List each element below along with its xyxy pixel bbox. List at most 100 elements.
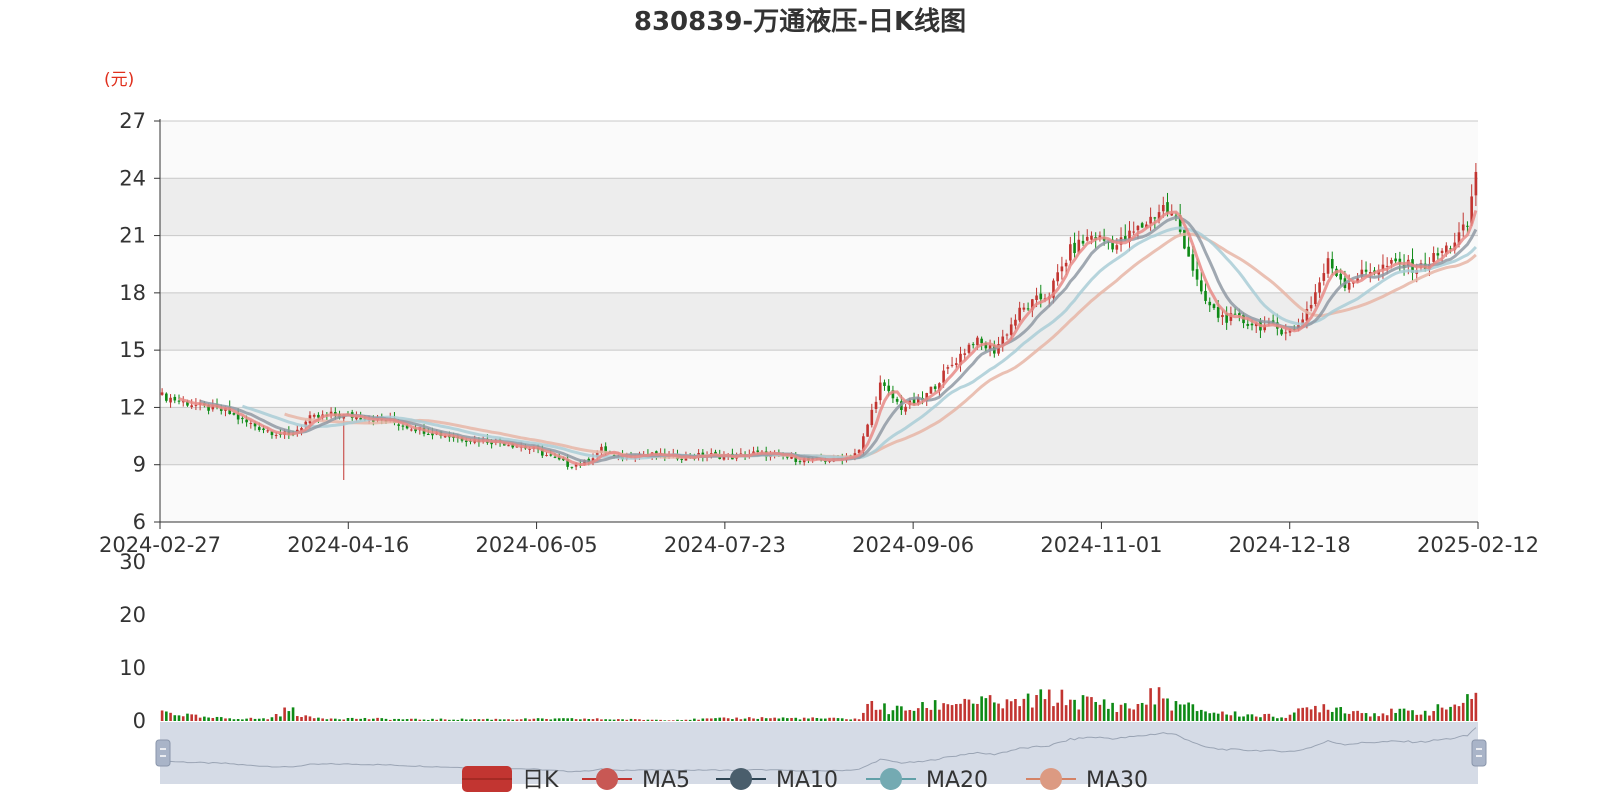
- volume-bar: [1352, 711, 1355, 721]
- volume-bar: [1233, 711, 1237, 721]
- volume-bar: [469, 719, 472, 721]
- volume-bar: [169, 712, 172, 721]
- candle-body: [904, 406, 907, 412]
- volume-bar: [655, 719, 658, 721]
- volume-bar: [705, 718, 709, 721]
- volume-bar: [684, 719, 688, 721]
- volume-bar: [219, 717, 223, 721]
- candle-body: [1199, 280, 1203, 292]
- volume-bar: [887, 714, 891, 721]
- volume-bar: [1411, 710, 1414, 721]
- volume-bar: [1199, 709, 1203, 721]
- volume-bar: [1314, 705, 1317, 721]
- price-band: [160, 292, 1478, 351]
- volume-bar: [608, 719, 612, 721]
- volume-bar: [317, 717, 320, 721]
- candle-body: [1246, 323, 1250, 326]
- volume-bar: [874, 709, 878, 721]
- slider-handle-left[interactable]: [155, 739, 171, 767]
- volume-bar: [769, 718, 772, 721]
- legend-item-kline[interactable]: 日K: [462, 766, 559, 793]
- x-tick-label: 2024-02-27: [99, 533, 221, 557]
- volume-bar: [215, 716, 219, 721]
- candle-body: [946, 367, 950, 369]
- volume-bar: [519, 719, 523, 721]
- ma30-dot-icon: [1040, 768, 1062, 790]
- price-bands: [160, 121, 1478, 522]
- volume-bar: [659, 719, 662, 721]
- volume-bar: [1077, 709, 1081, 721]
- volume-bar: [1115, 711, 1119, 721]
- volume-bar: [811, 717, 814, 721]
- candle-body: [1364, 269, 1368, 272]
- volume-bar: [904, 710, 907, 721]
- legend-item-ma30[interactable]: MA30: [1026, 768, 1148, 793]
- volume-bar: [663, 720, 667, 721]
- candle-body: [887, 385, 891, 392]
- candle-body: [262, 428, 265, 431]
- volume-bar: [739, 719, 743, 721]
- candle-body: [165, 393, 168, 401]
- price-band: [160, 350, 1478, 408]
- volume-bar: [1060, 689, 1064, 721]
- candle-body: [756, 450, 760, 452]
- y-tick-label: 21: [119, 224, 146, 248]
- volume-bar: [1271, 716, 1275, 721]
- volume-bar: [1280, 717, 1283, 721]
- volume-bar: [262, 718, 265, 721]
- legend-item-ma20[interactable]: MA20: [866, 768, 988, 793]
- candle-body: [1014, 319, 1017, 326]
- volume-bar: [587, 718, 591, 721]
- volume-bar: [498, 719, 502, 721]
- candle-body: [1466, 225, 1469, 227]
- volume-bar: [1381, 713, 1385, 721]
- y-tick-label: 9: [133, 453, 146, 477]
- volume-bar: [997, 703, 1000, 721]
- volume-bar: [676, 719, 679, 721]
- candle-body: [1191, 254, 1195, 271]
- candle-body: [976, 337, 979, 346]
- volume-bar: [257, 718, 261, 721]
- volume-bar: [1145, 704, 1148, 721]
- volume-bar: [443, 719, 447, 721]
- volume-bar: [511, 719, 515, 721]
- y-tick-label: 12: [119, 395, 146, 419]
- volume-bar: [359, 718, 362, 721]
- volume-bar: [625, 719, 629, 721]
- slider-handle-right[interactable]: [1471, 739, 1487, 767]
- volume-bar: [819, 718, 823, 721]
- volume-bar: [604, 719, 607, 721]
- volume-bar: [1428, 715, 1431, 721]
- candle-body: [883, 382, 886, 386]
- volume-bar: [794, 717, 798, 721]
- volume-bar: [760, 717, 764, 721]
- volume-bar: [583, 718, 586, 721]
- volume-bar: [1102, 699, 1106, 721]
- legend-item-ma10[interactable]: MA10: [716, 768, 838, 793]
- volume-bar: [971, 703, 975, 721]
- volume-bar: [1022, 698, 1026, 721]
- price-band: [160, 121, 1478, 179]
- volume-bar: [410, 718, 413, 721]
- candle-body: [1132, 231, 1136, 233]
- x-tick-label: 2024-07-23: [664, 533, 786, 557]
- y-tick-label: 27: [119, 109, 146, 133]
- volume-bar: [1309, 709, 1313, 721]
- candle-body: [549, 454, 553, 456]
- volume-bar: [895, 705, 899, 721]
- volume-bar: [295, 716, 299, 721]
- volume-bar: [1187, 702, 1190, 721]
- candle-body: [1187, 246, 1190, 257]
- volume-bar: [1254, 716, 1258, 721]
- candle-body: [545, 454, 548, 456]
- volume-bar: [245, 718, 248, 721]
- volume-bar: [807, 718, 810, 721]
- volume-bar: [494, 718, 498, 721]
- volume-bar: [688, 719, 692, 721]
- candle-body: [245, 419, 248, 423]
- volume-bar: [1356, 710, 1359, 721]
- volume-bar: [1204, 711, 1207, 721]
- volume-bar: [933, 700, 937, 721]
- volume-bar: [321, 718, 324, 721]
- volume-bar: [456, 719, 460, 721]
